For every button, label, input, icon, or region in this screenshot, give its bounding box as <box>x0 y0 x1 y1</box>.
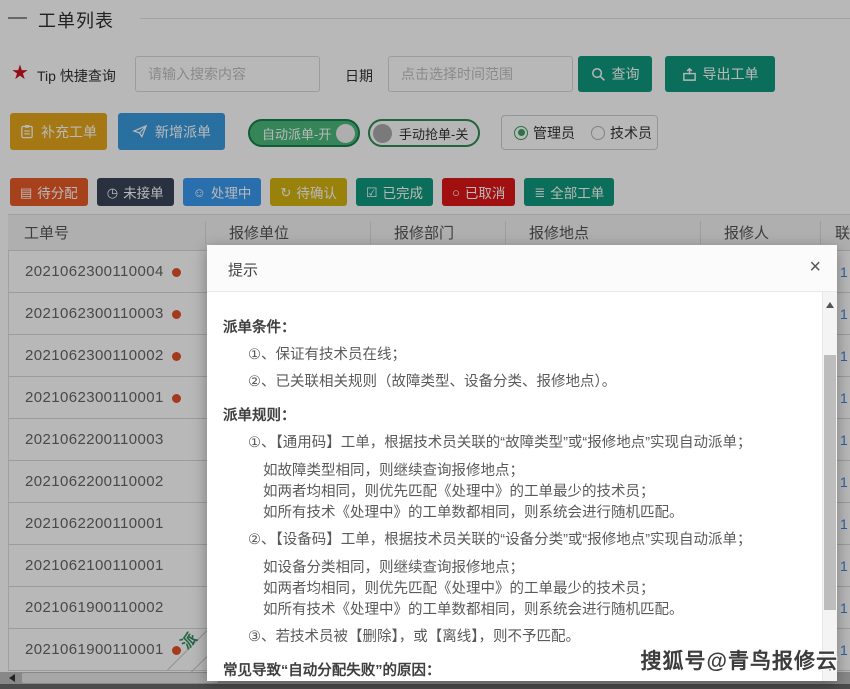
modal-line: ①、【通用码】工单，根据技术员关联的“故障类型”或“报修地点”实现自动派单； <box>248 433 785 453</box>
modal-scrollbar[interactable] <box>822 292 837 681</box>
modal-line: 如所有技术《处理中》的工单数都相同，则系统会进行随机匹配。 <box>263 600 785 620</box>
modal-line: 派单条件： <box>223 318 785 338</box>
modal-scrollbar-thumb[interactable] <box>824 355 836 610</box>
dispatch-rules-modal: 提示 × 派单条件： ①、保证有技术员在线； ②、已关联相关规则（故障类型、设备分类… <box>207 245 837 681</box>
modal-line: 如所有技术《处理中》的工单数都相同，则系统会进行随机匹配。 <box>263 503 785 523</box>
work-order-page: 工单列表 ★ Tip 快捷查询 日期 查询 导出工单 补充工单 <box>0 0 850 689</box>
modal-line: 如故障类型相同，则继续查询报修地点； <box>263 461 785 481</box>
modal-line: 如设备分类相同，则继续查询报修地点； <box>263 558 785 578</box>
modal-line: 如两者均相同，则优先匹配《处理中》的工单最少的技术员； <box>263 482 785 502</box>
modal-line: ②、【设备码】工单，根据技术员关联的“设备分类”或“报修地点”实现自动派单； <box>248 530 785 550</box>
modal-line: 如两者均相同，则优先匹配《处理中》的工单最少的技术员； <box>263 579 785 599</box>
modal-line: ②、已关联相关规则（故障类型、设备分类、报修地点）。 <box>248 372 785 392</box>
modal-title: 提示 <box>228 259 258 280</box>
modal-header: 提示 × <box>207 245 837 292</box>
modal-line: 派单规则： <box>223 406 785 426</box>
modal-content: 派单条件： ①、保证有技术员在线； ②、已关联相关规则（故障类型、设备分类、报修地点… <box>207 292 837 681</box>
scroll-up-arrow-icon[interactable] <box>826 298 834 308</box>
modal-body: 派单条件： ①、保证有技术员在线； ②、已关联相关规则（故障类型、设备分类、报修地点… <box>207 292 837 681</box>
modal-line: ①、保证有技术员在线； <box>248 345 785 365</box>
modal-line: ③、若技术员被【删除】，或【离线】，则不予匹配。 <box>248 627 785 647</box>
watermark: 搜狐号@青鸟报修云 <box>641 645 838 675</box>
close-icon[interactable]: × <box>809 257 821 277</box>
